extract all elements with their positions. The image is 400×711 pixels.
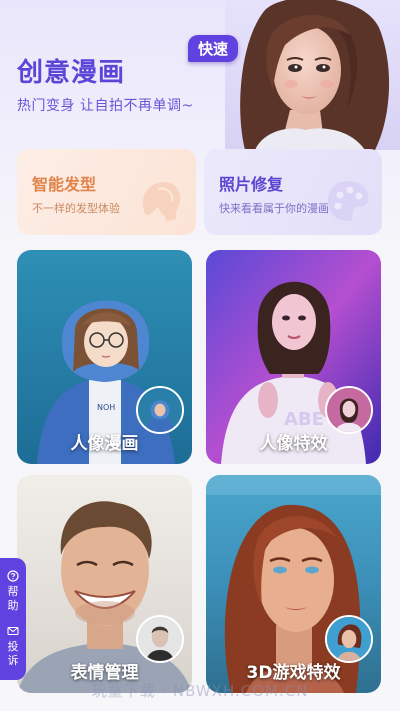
page-subtitle: 热门变身 让自拍不再单调~ [17, 98, 194, 114]
card-label: 人像漫画 [70, 434, 139, 454]
feedback-label[interactable]: 投诉 [7, 640, 20, 668]
feature-title: 智能发型 [32, 175, 97, 194]
svg-text:ABE: ABE [284, 409, 324, 430]
watermark-text: 玩童下载 · NBWXH.COM.CN [91, 682, 309, 700]
portrait-effects-card[interactable]: ABE 人像特效 [206, 250, 381, 464]
feature-desc: 不一样的发型体验 [32, 202, 120, 215]
help-feedback-tab[interactable]: 帮助 投诉 [0, 558, 26, 680]
original-photo-thumbnail [136, 386, 184, 434]
original-photo-thumbnail [325, 386, 373, 434]
feature-desc: 快来看看属于你的漫画 [219, 202, 329, 215]
smart-hairstyle-card[interactable]: 智能发型 不一样的发型体验 [17, 149, 196, 235]
hair-silhouette-icon [142, 182, 181, 221]
expression-management-card[interactable]: 表情管理 [17, 475, 192, 693]
svg-text:NOH: NOH [97, 403, 115, 412]
anime-portrait-card[interactable]: NOH 人像漫画 [17, 250, 192, 464]
feature-title: 照片修复 [219, 175, 284, 194]
help-label[interactable]: 帮助 [7, 585, 20, 613]
3d-game-effects-card[interactable]: 3D游戏特效 [206, 475, 381, 693]
page-title: 创意漫画 [17, 58, 126, 88]
fast-badge: 快速 [188, 35, 239, 62]
palette-icon [328, 181, 369, 221]
hero-portrait-image [225, 0, 400, 150]
question-circle-icon [7, 570, 19, 582]
original-photo-thumbnail [325, 615, 373, 663]
original-photo-thumbnail [136, 615, 184, 663]
card-label: 人像特效 [259, 434, 328, 454]
mail-icon [7, 626, 19, 636]
photo-restore-card[interactable]: 照片修复 快来看看属于你的漫画 [204, 149, 382, 235]
hero-banner: 创意漫画 热门变身 让自拍不再单调~ 快速 [0, 0, 400, 150]
